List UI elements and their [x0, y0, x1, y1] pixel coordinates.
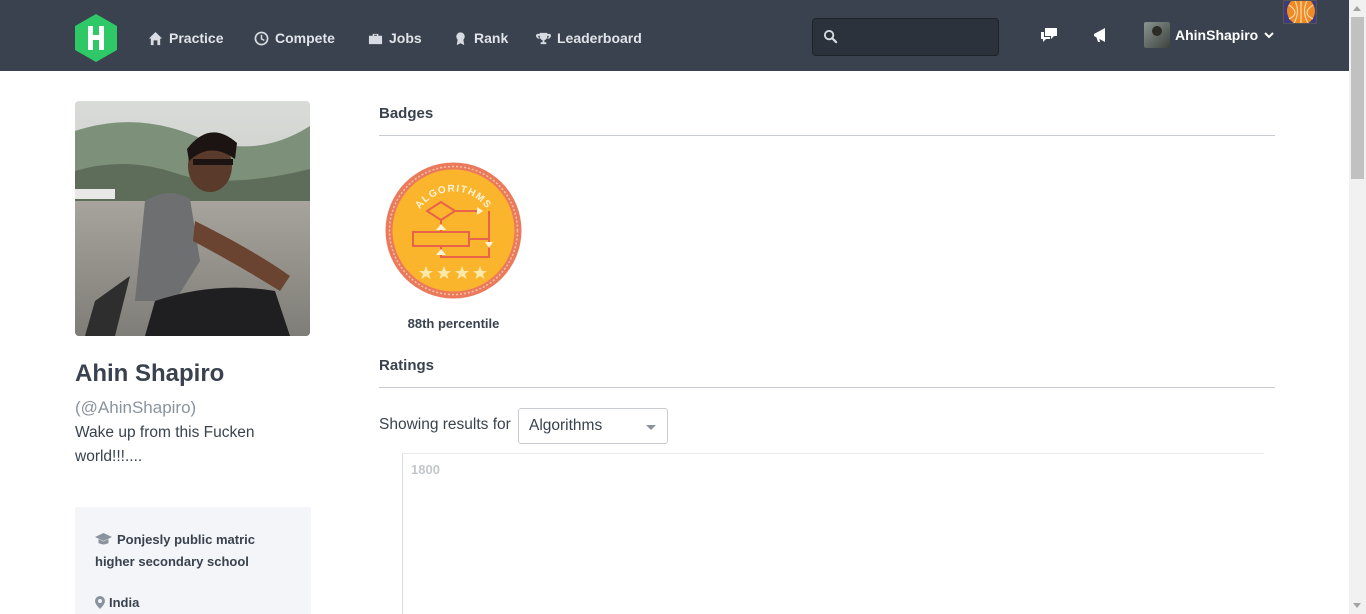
rating-chart-y-tick: 1800 — [411, 462, 440, 477]
profile-country: India — [95, 595, 139, 610]
profile-handle: (@AhinShapiro) — [75, 398, 197, 417]
nav-jobs[interactable]: Jobs — [368, 29, 422, 47]
clock-icon — [254, 31, 269, 45]
search-input[interactable] — [812, 18, 999, 56]
location-pin-icon — [95, 596, 105, 609]
ratings-divider — [379, 387, 1275, 388]
page-scrollbar[interactable] — [1349, 0, 1366, 614]
rating-chart: 1800 — [402, 453, 1264, 614]
notifications-megaphone-icon[interactable] — [1091, 25, 1111, 45]
home-icon — [148, 31, 163, 45]
nav-leaderboard[interactable]: Leaderboard — [536, 29, 642, 47]
corner-avatar[interactable] — [1283, 0, 1317, 24]
profile-country-text: India — [109, 595, 140, 610]
profile-school: Ponjesly public matric higher secondary … — [95, 529, 285, 573]
profile-bio: Wake up from this Fucken world!!!.... — [75, 424, 255, 465]
user-avatar — [1144, 22, 1170, 48]
user-menu[interactable]: AhinShapiro — [1144, 22, 1275, 48]
profile-name: Ahin Shapiro — [75, 360, 225, 387]
user-menu-name: AhinShapiro — [1175, 27, 1259, 43]
badges-divider — [379, 135, 1275, 136]
nav-rank[interactable]: Rank — [453, 29, 508, 47]
messages-icon[interactable] — [1039, 25, 1059, 45]
ribbon-icon — [456, 31, 465, 45]
nav-practice-label: Practice — [169, 30, 224, 46]
nav-leaderboard-label: Leaderboard — [557, 30, 642, 46]
ratings-title: Ratings — [379, 357, 435, 374]
orange-globe-icon — [1284, 1, 1316, 23]
nav-compete[interactable]: Compete — [254, 29, 335, 47]
showing-results-label: Showing results for — [379, 416, 511, 433]
nav-rank-label: Rank — [474, 30, 509, 46]
profile-info-box: Ponjesly public matric higher secondary … — [75, 507, 311, 614]
algorithms-badge-icon[interactable]: ALGORITHMS — [385, 162, 522, 299]
hackerrank-logo-icon[interactable] — [75, 14, 117, 62]
nav-compete-label: Compete — [275, 30, 335, 46]
badges-title: Badges — [379, 105, 434, 122]
profile-school-text: Ponjesly public matric higher secondary … — [95, 532, 255, 569]
briefcase-icon — [368, 33, 383, 44]
nav-practice[interactable]: Practice — [148, 29, 223, 47]
scrollbar-thumb[interactable] — [1351, 17, 1364, 179]
top-navbar: Practice Compete Jobs Rank Leaderboard A… — [0, 0, 1349, 71]
track-select[interactable]: Algorithms — [518, 408, 668, 444]
scroll-down-arrow-icon[interactable] — [1353, 603, 1361, 608]
track-select-value: Algorithms — [529, 417, 603, 434]
graduation-cap-icon — [95, 533, 112, 545]
nav-jobs-label: Jobs — [389, 30, 422, 46]
trophy-icon — [536, 32, 551, 44]
caret-down-icon — [646, 425, 656, 430]
profile-photo — [75, 101, 310, 336]
search-icon — [823, 29, 838, 44]
scroll-up-arrow-icon[interactable] — [1353, 6, 1361, 11]
chevron-down-icon — [1264, 32, 1274, 39]
badge-percentile: 88th percentile — [407, 316, 500, 331]
